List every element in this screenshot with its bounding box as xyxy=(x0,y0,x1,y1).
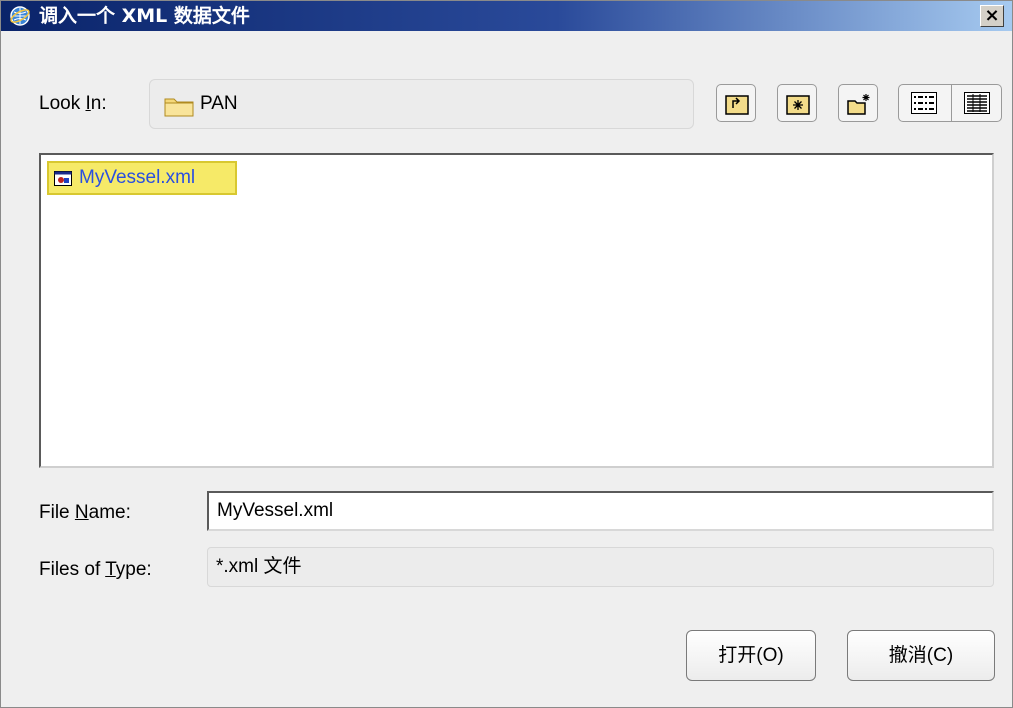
file-list[interactable]: MyVessel.xml xyxy=(39,153,994,468)
file-name-label-text-end: ame: xyxy=(88,502,131,523)
details-view-icon xyxy=(964,92,990,114)
file-type-label: Files of Type: xyxy=(39,558,152,582)
file-type-select[interactable]: *.xml 文件 xyxy=(207,547,994,587)
file-name-label-text: File xyxy=(39,502,75,523)
view-toggle-group xyxy=(898,84,1002,122)
folder-icon xyxy=(164,98,194,117)
file-type-mnemonic: T xyxy=(105,559,116,580)
file-name-mnemonic: N xyxy=(74,502,89,523)
cancel-button[interactable]: 撤消(C) xyxy=(847,630,995,681)
file-name-input[interactable]: MyVessel.xml xyxy=(207,491,994,531)
title-bar[interactable]: 调入一个 XML 数据文件 × xyxy=(1,1,1012,31)
look-in-combobox[interactable]: PAN xyxy=(149,79,694,129)
ie-globe-icon xyxy=(10,6,30,26)
home-folder-icon xyxy=(786,95,810,115)
up-one-level-icon xyxy=(725,95,749,115)
file-list-item[interactable]: MyVessel.xml xyxy=(47,161,237,195)
look-in-value: PAN xyxy=(200,93,238,114)
look-in-label: Look In: xyxy=(39,92,107,116)
file-name-label: File Name: xyxy=(39,501,131,525)
details-view-button[interactable] xyxy=(951,85,1001,121)
up-one-level-button[interactable] xyxy=(716,84,756,122)
open-button[interactable]: 打开(O) xyxy=(686,630,816,681)
file-type-label-text: Files of xyxy=(39,559,106,580)
close-button[interactable]: × xyxy=(980,5,1004,27)
look-in-label-text: Look xyxy=(39,93,86,114)
xml-file-icon xyxy=(54,171,72,186)
look-in-label-text-end: n: xyxy=(90,93,107,114)
window-title: 调入一个 XML 数据文件 xyxy=(39,5,250,27)
home-folder-button[interactable] xyxy=(777,84,817,122)
file-type-label-text-end: ype: xyxy=(115,559,152,580)
new-folder-button[interactable] xyxy=(838,84,878,122)
file-open-dialog: 调入一个 XML 数据文件 × Look In: PAN MyVessel.xm… xyxy=(0,0,1013,708)
list-view-icon xyxy=(911,92,937,114)
list-view-button[interactable] xyxy=(899,85,950,121)
file-name-text: MyVessel.xml xyxy=(79,167,196,188)
new-folder-icon xyxy=(847,94,870,115)
